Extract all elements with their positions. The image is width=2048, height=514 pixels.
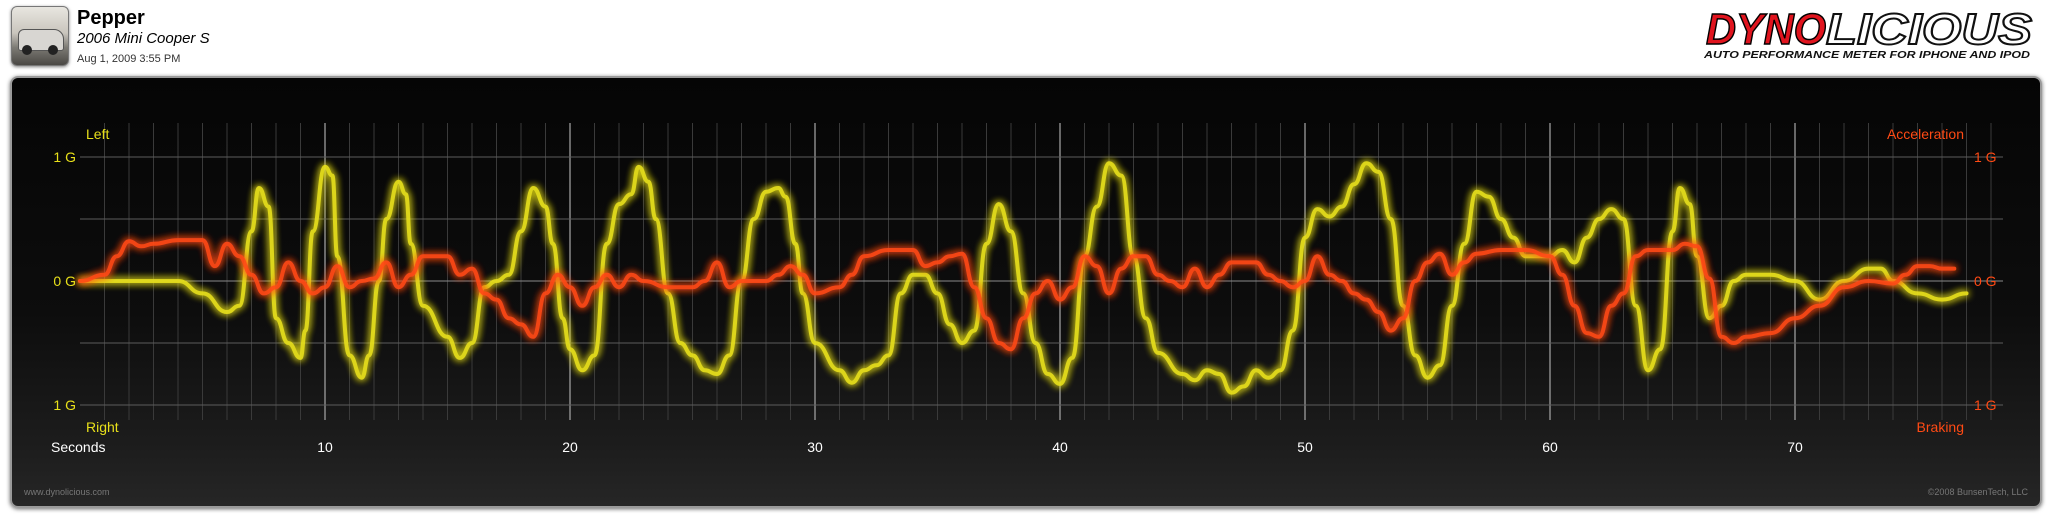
x-tick-label: 40 [1052,439,1068,455]
footer-copyright: ©2008 BunsenTech, LLC [1927,487,2028,497]
left-tick-bottom: 1 G [53,397,76,413]
lateral-g-line [78,161,1969,395]
left-axis-top-label: Left [86,126,109,142]
chart-grid [80,123,2003,420]
right-tick-bottom: 1 G [1974,397,1997,413]
x-axis-label: Seconds [51,439,105,455]
x-tick-label: 10 [317,439,333,455]
x-tick-label: 50 [1297,439,1313,455]
chart-series [78,161,1969,395]
x-tick-label: 30 [807,439,823,455]
right-tick-top: 1 G [1974,149,1997,165]
footer-url[interactable]: www.dynolicious.com [24,487,110,497]
right-axis-top-label: Acceleration [1887,126,1964,142]
x-axis-ticks: 10 20 30 40 50 60 70 [317,439,1803,455]
x-tick-label: 70 [1787,439,1803,455]
left-tick-top: 1 G [53,149,76,165]
left-axis-bottom-label: Right [86,419,119,435]
right-axis-bottom-label: Braking [1917,419,1964,435]
left-tick-zero: 0 G [53,273,76,289]
g-force-chart: 10 20 30 40 50 60 70 Left Right Acceleration B… [51,123,2003,455]
right-tick-zero: 0 G [1974,273,1997,289]
x-tick-label: 20 [562,439,578,455]
x-tick-label: 60 [1542,439,1558,455]
